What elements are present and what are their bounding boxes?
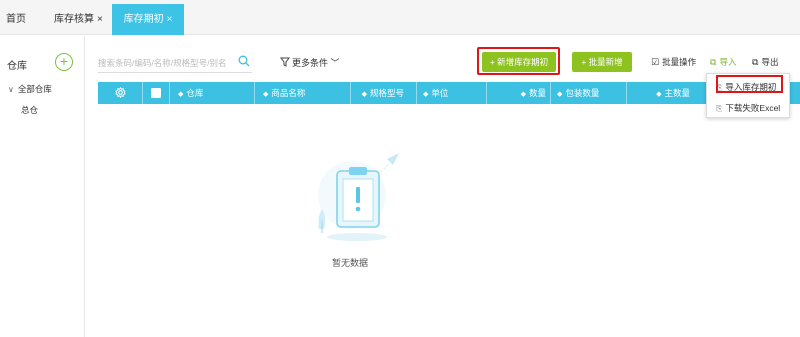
add-warehouse-button[interactable]: +	[55, 53, 73, 71]
tab-label: 库存期初	[123, 14, 164, 25]
column-label: 规格型号	[369, 88, 404, 98]
empty-state-text: 暂无数据	[331, 258, 368, 268]
column-settings-button[interactable]	[98, 82, 143, 104]
batch-operation-label: 批量操作	[662, 57, 697, 67]
menu-item-label: 下载失败Excel	[725, 103, 781, 113]
search-icon[interactable]	[238, 55, 250, 67]
menu-item-download-failed-excel[interactable]: ⎘ 下载失败Excel	[716, 102, 780, 114]
batch-operation-button[interactable]: ☑ 批量操作	[651, 56, 696, 68]
edit-icon: ☑	[651, 57, 660, 67]
checkbox-box	[151, 88, 161, 98]
column-header-product-name[interactable]: ◆ 商品名称	[255, 82, 351, 104]
empty-clipboard-illustration	[318, 153, 399, 241]
sort-icon: ◆	[263, 91, 269, 98]
export-icon: ⧉	[752, 57, 759, 67]
import-icon: ⧉	[710, 57, 717, 67]
column-header-unit[interactable]: ◆ 单位	[417, 82, 487, 104]
chevron-down-icon[interactable]: ∨	[8, 85, 14, 94]
sidebar-title: 仓库	[7, 61, 27, 72]
sort-icon: ◆	[656, 91, 662, 98]
export-button[interactable]: ⧉ 导出	[752, 56, 778, 68]
document-icon: ⎘	[716, 104, 723, 113]
column-label: 仓库	[186, 88, 204, 98]
tree-item-main-warehouse[interactable]: 总仓	[21, 104, 38, 116]
sort-icon: ◆	[178, 91, 184, 98]
column-header-quantity[interactable]: ◆ 数量	[487, 82, 551, 104]
tab-opening-inventory[interactable]: 库存期初 ×	[112, 4, 184, 35]
import-button[interactable]: ⧉ 导入	[710, 56, 736, 68]
tree-item-all-warehouses[interactable]: ∨ 全部仓库	[8, 83, 52, 95]
tree-item-label: 全部仓库	[17, 84, 52, 94]
sort-icon: ◆	[423, 91, 429, 98]
tab-home-label: 首页	[6, 14, 26, 25]
column-label: 数量	[528, 88, 546, 98]
close-icon[interactable]: ×	[167, 14, 173, 25]
column-label: 商品名称	[271, 88, 306, 98]
select-all-checkbox[interactable]	[143, 82, 170, 104]
column-header-spec[interactable]: ◆ 规格型号	[351, 82, 417, 104]
highlight-box	[716, 75, 783, 93]
column-label: 包装数量	[565, 88, 600, 98]
highlight-box	[477, 47, 560, 75]
export-label: 导出	[761, 57, 779, 67]
warehouse-sidebar: 仓库 + ∨ 全部仓库 总仓	[0, 36, 85, 337]
more-filters-label: 更多条件	[292, 58, 329, 68]
search-input[interactable]	[98, 56, 234, 70]
column-header-warehouse[interactable]: ◆ 仓库	[170, 82, 255, 104]
sort-icon: ◆	[520, 91, 526, 98]
column-label: 主数量	[664, 88, 690, 98]
sort-icon: ◆	[361, 91, 367, 98]
more-filters-button[interactable]: 更多条件 ﹀	[280, 56, 340, 69]
close-icon[interactable]: ×	[97, 14, 103, 25]
import-label: 导入	[719, 57, 737, 67]
tab-home[interactable]: 首页	[6, 4, 26, 35]
chevron-down-icon: ﹀	[328, 58, 340, 68]
gear-icon	[114, 86, 126, 99]
tab-bar: 首页 库存核算 × 库存期初 ×	[0, 0, 800, 35]
table-header: ◆ 仓库 ◆ 商品名称 ◆ 规格型号 ◆ 单位 ◆ 数量 ◆ 包装数量 ◆ 主数量	[98, 82, 800, 104]
sort-icon: ◆	[557, 91, 563, 98]
tab-label: 库存核算	[54, 14, 94, 25]
column-label: 单位	[431, 88, 449, 98]
search-box	[98, 53, 252, 73]
filter-icon	[280, 57, 290, 67]
tab-inventory-accounting[interactable]: 库存核算 ×	[54, 4, 103, 35]
batch-add-button[interactable]: + 批量新增	[572, 52, 632, 72]
batch-add-label: 批量新增	[588, 57, 623, 67]
column-header-main-quantity[interactable]: ◆ 主数量	[627, 82, 707, 104]
plus-icon: +	[581, 57, 589, 67]
column-header-package-quantity[interactable]: ◆ 包装数量	[551, 82, 627, 104]
